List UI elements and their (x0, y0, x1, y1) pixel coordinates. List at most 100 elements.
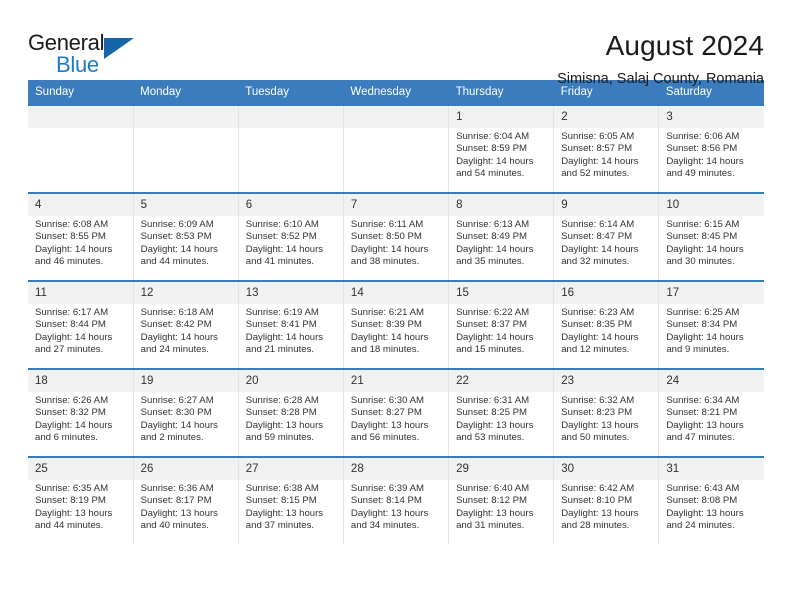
daylight-text: Daylight: 13 hours (140, 507, 218, 519)
calendar-day-cell[interactable]: 18 Sunrise: 6:26 AM Sunset: 8:32 PM Dayligh… (28, 368, 134, 457)
general-blue-logo[interactable]: General Blue (28, 30, 146, 82)
day-number: 11 (28, 282, 133, 304)
day-details: Sunrise: 6:05 AM Sunset: 8:57 PM Daylight:… (554, 128, 658, 181)
logo-text-blue: Blue (56, 52, 99, 77)
weekday-header-sunday: Sunday (28, 80, 134, 105)
daylight-text: Daylight: 13 hours (456, 419, 534, 431)
sunrise-text: Sunrise: 6:06 AM (666, 131, 740, 142)
sunset-text: Sunset: 8:59 PM (456, 143, 527, 155)
sunset-text: Sunset: 8:35 PM (561, 319, 633, 331)
sunset-text: Sunset: 8:23 PM (561, 407, 633, 419)
sunrise-text: Sunrise: 6:08 AM (35, 219, 109, 230)
calendar-body: 1 Sunrise: 6:04 AM Sunset: 8:59 PM Daylight… (28, 104, 764, 544)
calendar-day-cell[interactable]: 7 Sunrise: 6:11 AM Sunset: 8:50 PM Daylight… (342, 192, 450, 281)
sunrise-text: Sunrise: 6:17 AM (35, 307, 109, 318)
sunrise-text: Sunrise: 6:36 AM (140, 483, 214, 494)
sunset-text: Sunset: 8:30 PM (140, 407, 212, 419)
daylight-text: Daylight: 14 hours (561, 331, 639, 343)
calendar-day-cell[interactable]: 21 Sunrise: 6:30 AM Sunset: 8:27 PM Dayligh… (342, 368, 450, 457)
sunrise-text: Sunrise: 6:31 AM (456, 395, 530, 406)
calendar-day-cell[interactable]: 27 Sunrise: 6:38 AM Sunset: 8:15 PM Dayligh… (237, 456, 344, 544)
sunset-text: Sunset: 8:53 PM (140, 231, 212, 243)
day-details: Sunrise: 6:43 AM Sunset: 8:08 PM Daylight:… (659, 480, 764, 533)
calendar-day-cell[interactable]: 22 Sunrise: 6:31 AM Sunset: 8:25 PM Dayligh… (448, 368, 555, 457)
daylight-text-cont: and 15 minutes. (456, 344, 525, 356)
daylight-text: Daylight: 14 hours (350, 243, 429, 255)
daylight-text-cont: and 35 minutes. (456, 256, 525, 268)
sunset-text: Sunset: 8:41 PM (245, 319, 317, 331)
calendar-day-cell[interactable]: 6 Sunrise: 6:10 AM Sunset: 8:52 PM Daylight… (237, 192, 344, 281)
daylight-text: Daylight: 14 hours (245, 331, 324, 343)
calendar-day-cell[interactable]: 17 Sunrise: 6:25 AM Sunset: 8:34 PM Dayligh… (658, 280, 764, 369)
sunrise-text: Sunrise: 6:13 AM (456, 219, 530, 230)
day-details: Sunrise: 6:10 AM Sunset: 8:52 PM Daylight:… (239, 216, 343, 269)
daylight-text: Daylight: 14 hours (561, 155, 639, 167)
day-details: Sunrise: 6:22 AM Sunset: 8:37 PM Daylight:… (449, 304, 553, 357)
day-number: 22 (449, 370, 554, 392)
calendar-day-cell[interactable]: 1 Sunrise: 6:04 AM Sunset: 8:59 PM Daylight… (448, 104, 555, 193)
sunrise-text: Sunrise: 6:35 AM (35, 483, 109, 494)
day-number: 15 (449, 282, 554, 304)
sunrise-text: Sunrise: 6:40 AM (456, 483, 530, 494)
page-title: August 2024 (605, 30, 764, 61)
calendar-day-cell[interactable]: 31 Sunrise: 6:43 AM Sunset: 8:08 PM Dayligh… (658, 456, 764, 544)
calendar-day-cell[interactable]: 28 Sunrise: 6:39 AM Sunset: 8:14 PM Dayligh… (342, 456, 450, 544)
day-details: Sunrise: 6:39 AM Sunset: 8:14 PM Daylight:… (344, 480, 448, 533)
weekday-header-monday: Monday (133, 80, 239, 105)
calendar-week-row: 11 Sunrise: 6:17 AM Sunset: 8:44 PM Dayligh… (28, 280, 764, 369)
sunrise-text: Sunrise: 6:10 AM (245, 219, 319, 230)
daylight-text-cont: and 12 minutes. (561, 344, 630, 356)
day-number: 26 (133, 458, 238, 480)
calendar-day-cell[interactable]: 19 Sunrise: 6:27 AM Sunset: 8:30 PM Dayligh… (132, 368, 239, 457)
sunset-text: Sunset: 8:25 PM (456, 407, 527, 419)
sunrise-text: Sunrise: 6:22 AM (456, 307, 530, 318)
day-details: Sunrise: 6:17 AM Sunset: 8:44 PM Daylight:… (28, 304, 133, 357)
calendar-day-cell[interactable]: 26 Sunrise: 6:36 AM Sunset: 8:17 PM Dayligh… (132, 456, 239, 544)
calendar-cell-empty (132, 104, 239, 193)
day-number: 19 (133, 370, 238, 392)
calendar-day-cell[interactable]: 23 Sunrise: 6:32 AM Sunset: 8:23 PM Dayligh… (553, 368, 660, 457)
calendar-day-cell[interactable]: 8 Sunrise: 6:13 AM Sunset: 8:49 PM Daylight… (448, 192, 555, 281)
day-number: 17 (659, 282, 764, 304)
day-number: 18 (28, 370, 133, 392)
calendar-table: Sunday Monday Tuesday Wednesday Thursday… (28, 80, 764, 544)
calendar-day-cell[interactable]: 13 Sunrise: 6:19 AM Sunset: 8:41 PM Dayligh… (237, 280, 344, 369)
calendar-day-cell[interactable]: 10 Sunrise: 6:15 AM Sunset: 8:45 PM Dayligh… (658, 192, 764, 281)
calendar-day-cell[interactable]: 15 Sunrise: 6:22 AM Sunset: 8:37 PM Dayligh… (448, 280, 555, 369)
day-number: 14 (343, 282, 449, 304)
daylight-text: Daylight: 13 hours (666, 507, 744, 519)
calendar-day-cell[interactable]: 9 Sunrise: 6:14 AM Sunset: 8:47 PM Daylight… (553, 192, 660, 281)
calendar-day-cell[interactable]: 5 Sunrise: 6:09 AM Sunset: 8:53 PM Daylight… (132, 192, 239, 281)
day-number: 29 (449, 458, 554, 480)
sunrise-text: Sunrise: 6:14 AM (561, 219, 635, 230)
sunset-text: Sunset: 8:19 PM (35, 495, 106, 507)
calendar-day-cell[interactable]: 30 Sunrise: 6:42 AM Sunset: 8:10 PM Dayligh… (553, 456, 660, 544)
calendar-day-cell[interactable]: 4 Sunrise: 6:08 AM Sunset: 8:55 PM Daylight… (28, 192, 134, 281)
calendar-day-cell[interactable]: 20 Sunrise: 6:28 AM Sunset: 8:28 PM Dayligh… (237, 368, 344, 457)
day-details: Sunrise: 6:36 AM Sunset: 8:17 PM Daylight:… (134, 480, 238, 533)
daylight-text-cont: and 40 minutes. (140, 520, 209, 532)
day-details: Sunrise: 6:18 AM Sunset: 8:42 PM Daylight:… (134, 304, 238, 357)
calendar-day-cell[interactable]: 25 Sunrise: 6:35 AM Sunset: 8:19 PM Dayligh… (28, 456, 134, 544)
day-number: 1 (449, 106, 554, 128)
daylight-text: Daylight: 14 hours (35, 419, 113, 431)
page-header: General Blue August 2024 Simisna, Salaj … (28, 0, 764, 87)
sunrise-text: Sunrise: 6:34 AM (666, 395, 740, 406)
calendar-day-cell[interactable]: 29 Sunrise: 6:40 AM Sunset: 8:12 PM Dayligh… (448, 456, 555, 544)
calendar-day-cell[interactable]: 14 Sunrise: 6:21 AM Sunset: 8:39 PM Dayligh… (342, 280, 450, 369)
calendar-cell-empty (28, 104, 134, 193)
calendar-day-cell[interactable]: 24 Sunrise: 6:34 AM Sunset: 8:21 PM Dayligh… (658, 368, 764, 457)
calendar-day-cell[interactable]: 11 Sunrise: 6:17 AM Sunset: 8:44 PM Dayligh… (28, 280, 134, 369)
day-number: 8 (449, 194, 554, 216)
calendar-page: General Blue August 2024 Simisna, Salaj … (0, 0, 792, 612)
sunset-text: Sunset: 8:55 PM (35, 231, 106, 243)
day-number (28, 106, 133, 128)
sunrise-text: Sunrise: 6:18 AM (140, 307, 214, 318)
calendar-day-cell[interactable]: 2 Sunrise: 6:05 AM Sunset: 8:57 PM Daylight… (553, 104, 660, 193)
calendar-day-cell[interactable]: 16 Sunrise: 6:23 AM Sunset: 8:35 PM Dayligh… (553, 280, 660, 369)
day-number: 27 (238, 458, 343, 480)
calendar-day-cell[interactable]: 3 Sunrise: 6:06 AM Sunset: 8:56 PM Daylight… (658, 104, 764, 193)
day-details: Sunrise: 6:34 AM Sunset: 8:21 PM Daylight:… (659, 392, 764, 445)
calendar-day-cell[interactable]: 12 Sunrise: 6:18 AM Sunset: 8:42 PM Dayligh… (132, 280, 239, 369)
sunset-text: Sunset: 8:57 PM (561, 143, 633, 155)
